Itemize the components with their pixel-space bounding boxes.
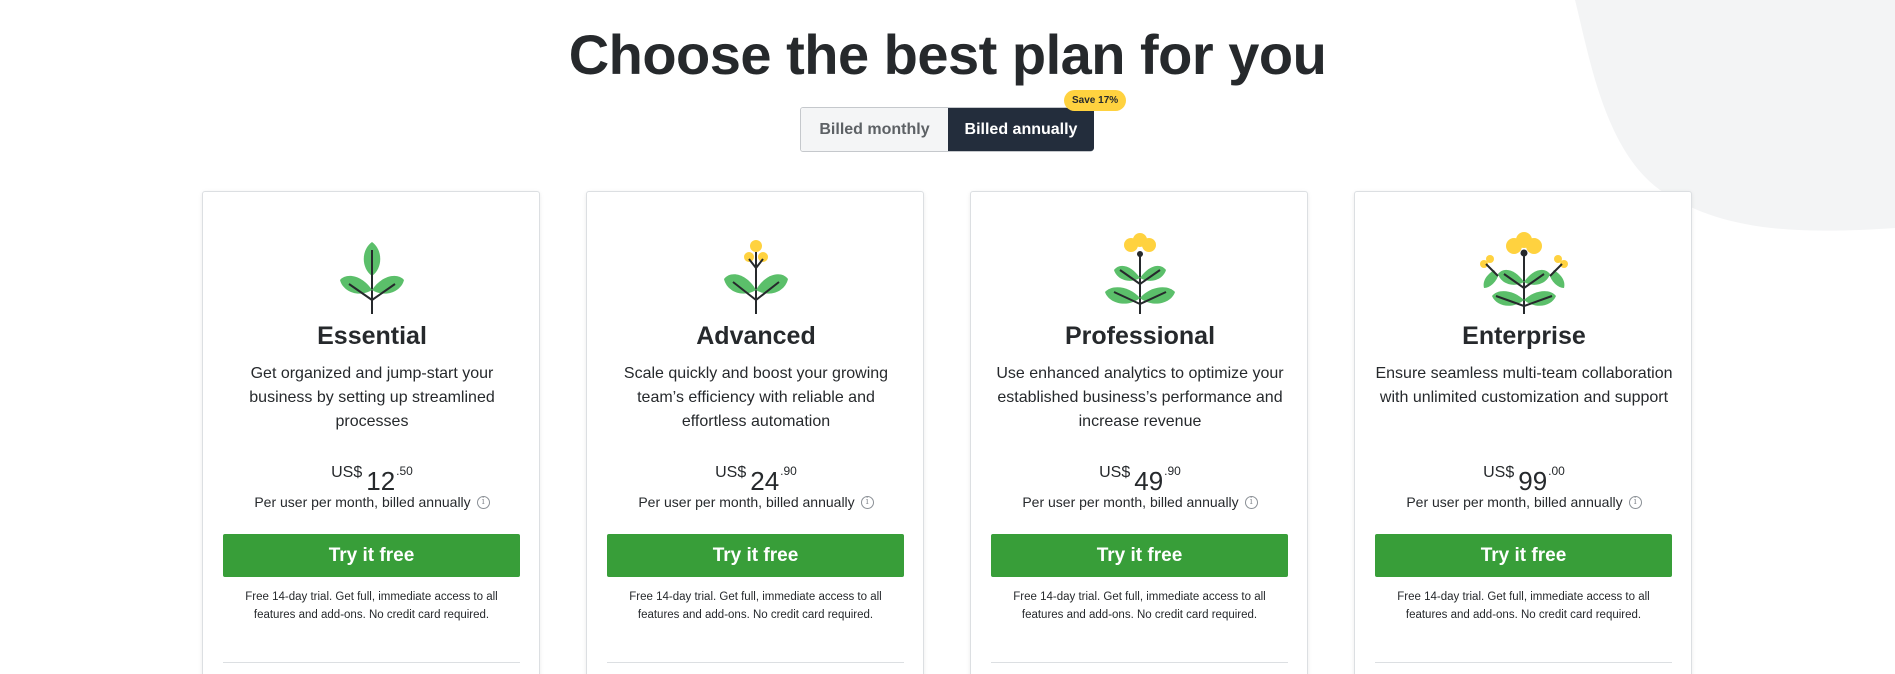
plan-card-enterprise: Enterprise Ensure seamless multi-team co…: [1354, 191, 1692, 674]
billing-note-text: Per user per month, billed annually: [254, 494, 471, 510]
plan-description: Get organized and jump-start your busine…: [249, 365, 495, 430]
try-it-free-button[interactable]: Try it free: [991, 534, 1288, 577]
trial-note: Free 14-day trial. Get full, immediate a…: [1013, 591, 1266, 621]
plan-description: Use enhanced analytics to optimize your …: [996, 365, 1284, 430]
page-title: Choose the best plan for you: [568, 23, 1327, 86]
billing-toggle: Billed monthly Billed annually Save 17%: [800, 90, 1127, 152]
plant-budding-icon: [587, 232, 925, 320]
billing-note-text: Per user per month, billed annually: [1022, 494, 1239, 510]
info-icon[interactable]: i: [1628, 495, 1642, 509]
trial-note: Free 14-day trial. Get full, immediate a…: [245, 591, 498, 621]
save-badge: Save 17%: [1064, 90, 1127, 111]
price-currency: US$: [1099, 464, 1131, 481]
plan-price: US$ 24 .90: [587, 460, 925, 496]
trial-note: Free 14-day trial. Get full, immediate a…: [1397, 591, 1650, 621]
plan-price: US$ 49 .90: [971, 460, 1309, 496]
plan-card-essential: Essential Get organized and jump-start y…: [202, 191, 540, 674]
billing-note: Per user per month, billed annually i: [587, 494, 925, 510]
price-currency: US$: [331, 464, 363, 481]
price-currency: US$: [1483, 464, 1515, 481]
try-it-free-button[interactable]: Try it free: [1375, 534, 1672, 577]
plan-price: US$ 99 .00: [1355, 460, 1693, 496]
price-whole: 12: [366, 466, 396, 496]
price-cents: .90: [780, 464, 797, 478]
plan-name: Essential: [317, 322, 427, 350]
divider: [991, 662, 1288, 663]
billed-monthly-button[interactable]: Billed monthly: [801, 108, 948, 151]
plan-cards: Essential Get organized and jump-start y…: [0, 191, 1895, 674]
billing-note-text: Per user per month, billed annually: [1406, 494, 1623, 510]
plan-name: Professional: [1064, 322, 1216, 350]
price-cents: .00: [1548, 464, 1565, 478]
price-cents: .50: [396, 464, 413, 478]
divider: [1375, 662, 1672, 663]
price-cents: .90: [1164, 464, 1181, 478]
plant-blooming-icon: [1355, 232, 1693, 320]
plant-flowering-icon: [971, 232, 1309, 320]
billing-note: Per user per month, billed annually i: [203, 494, 541, 510]
info-icon[interactable]: i: [860, 495, 874, 509]
price-whole: 99: [1518, 466, 1548, 496]
info-icon[interactable]: i: [476, 495, 490, 509]
plan-description: Scale quickly and boost your growing tea…: [623, 365, 889, 430]
price-whole: 24: [750, 466, 780, 496]
billing-note: Per user per month, billed annually i: [1355, 494, 1693, 510]
plant-sprout-icon: [203, 232, 541, 320]
plan-price: US$ 12 .50: [203, 460, 541, 496]
billing-note: Per user per month, billed annually i: [971, 494, 1309, 510]
price-whole: 49: [1134, 466, 1164, 496]
trial-note: Free 14-day trial. Get full, immediate a…: [629, 591, 882, 621]
plan-name: Advanced: [696, 322, 816, 350]
plan-card-advanced: Advanced Scale quickly and boost your gr…: [586, 191, 924, 674]
plan-description: Ensure seamless multi-team collaboration…: [1375, 365, 1673, 406]
pricing-page: Choose the best plan for you Billed mont…: [0, 0, 1895, 674]
price-currency: US$: [715, 464, 747, 481]
divider: [607, 662, 904, 663]
try-it-free-button[interactable]: Try it free: [223, 534, 520, 577]
divider: [223, 662, 520, 663]
info-icon[interactable]: i: [1244, 495, 1258, 509]
billed-annually-button[interactable]: Billed annually: [948, 108, 1094, 151]
plan-name: Enterprise: [1462, 322, 1586, 350]
plan-card-professional: Professional Use enhanced analytics to o…: [970, 191, 1308, 674]
billing-note-text: Per user per month, billed annually: [638, 494, 855, 510]
try-it-free-button[interactable]: Try it free: [607, 534, 904, 577]
